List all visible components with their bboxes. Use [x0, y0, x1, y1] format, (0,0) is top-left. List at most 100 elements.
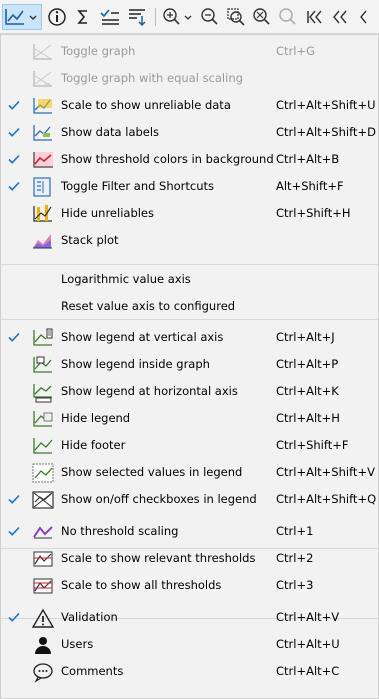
selected-values-icon: [31, 462, 55, 484]
checkmark-icon: [7, 610, 21, 624]
menu-item-label: Show legend inside graph: [61, 357, 210, 371]
menu-item-hide-footer[interactable]: Hide footer Ctrl+Shift+F: [1, 433, 378, 459]
step-back-icon: [330, 7, 350, 27]
menu-item-label: Reset value axis to configured: [61, 299, 236, 313]
data-labels-icon: [31, 122, 55, 144]
menu-item-label: Comments: [61, 664, 124, 678]
menu-item-label: Hide unreliables: [61, 206, 154, 220]
graph-dropdown-icon: [4, 7, 40, 27]
menu-item-shortcut: Ctrl+Alt+K: [276, 384, 339, 398]
menu-item-hide-legend[interactable]: Hide legend Ctrl+Alt+H: [1, 406, 378, 432]
menu-item-shortcut: Ctrl+Alt+Shift+Q: [276, 492, 377, 506]
menu-item-show-legend-inside-graph[interactable]: Show legend inside graph Ctrl+Alt+P: [1, 352, 378, 378]
graph-dropdown-button[interactable]: [2, 4, 42, 30]
menu-item-label: Hide footer: [61, 438, 126, 452]
menu-item-label: Show data labels: [61, 125, 160, 139]
menu-item-validation[interactable]: Validation Ctrl+Alt+V: [1, 605, 378, 631]
menu-item-show-selected-values-in-legend[interactable]: Show selected values in legend Ctrl+Alt+S…: [1, 460, 378, 486]
menu-item-stack-plot[interactable]: Stack plot: [1, 228, 378, 254]
sort-icon: [127, 7, 147, 27]
toolbar-separator: [155, 8, 156, 26]
back-partial-button[interactable]: [354, 4, 378, 30]
menu-item-show-on-off-checkboxes-in-legend[interactable]: Show on/off checkboxes in legend Ctrl+Alt…: [1, 487, 378, 513]
all-thresholds-icon: [31, 575, 55, 597]
menu-item-label: Logarithmic value axis: [61, 272, 191, 286]
zoom-disabled-button[interactable]: [276, 4, 300, 30]
menu-item-scale-to-show-all-thresholds[interactable]: Scale to show all thresholds Ctrl+3: [1, 573, 378, 599]
menu-item-shortcut: Ctrl+Alt+J: [276, 330, 335, 344]
info-icon: [47, 7, 67, 27]
checkmark-icon: [7, 492, 21, 506]
menu-item-label: Users: [61, 637, 94, 651]
menu-item-toggle-filter-and-shortcuts[interactable]: Toggle Filter and Shortcuts Alt+Shift+F: [1, 174, 378, 200]
zoom-area-button[interactable]: [224, 4, 248, 30]
menu-item-shortcut: Ctrl+3: [276, 578, 314, 592]
graph-icon: [31, 41, 55, 63]
menu-item-shortcut: Ctrl+Shift+H: [276, 206, 351, 220]
menu-item-show-data-labels[interactable]: Show data labels Ctrl+Alt+Shift+D: [1, 120, 378, 146]
checkmark-icon: [7, 98, 21, 112]
skip-first-button[interactable]: [302, 4, 326, 30]
unreliable-scale-icon: [31, 95, 55, 117]
checkmark-icon: [7, 330, 21, 344]
step-back-button[interactable]: [328, 4, 352, 30]
menu-item-shortcut: Ctrl+Alt+Shift+D: [276, 125, 376, 139]
checkmark-icon: [7, 152, 21, 166]
checkmark-icon: [7, 524, 21, 538]
menu-item-show-legend-at-horizontal-axis[interactable]: Show legend at horizontal axis Ctrl+Alt+K: [1, 379, 378, 405]
menu-item-no-threshold-scaling[interactable]: No threshold scaling Ctrl+1: [1, 519, 378, 545]
menu-item-logarithmic-value-axis[interactable]: Logarithmic value axis: [1, 267, 378, 293]
filter-panel-icon: [31, 176, 55, 198]
stack-plot-icon: [31, 230, 55, 252]
menu-item-label: No threshold scaling: [61, 524, 179, 538]
menu-item-label: Hide legend: [61, 411, 131, 425]
menu-item-label: Stack plot: [61, 233, 119, 247]
filter-check-button[interactable]: [97, 4, 123, 30]
menu-item-shortcut: Ctrl+Alt+Shift+V: [276, 465, 375, 479]
sigma-button[interactable]: [71, 4, 95, 30]
user-icon: [31, 634, 55, 656]
checkmark-icon: [7, 179, 21, 193]
legend-checkboxes-icon: [31, 489, 55, 511]
menu-item-shortcut: Ctrl+2: [276, 551, 314, 565]
menu-item-shortcut: Ctrl+Alt+V: [276, 610, 340, 624]
checkmark-icon: [7, 125, 21, 139]
menu-item-label: Show legend at vertical axis: [61, 330, 224, 344]
zoom-out-button[interactable]: [198, 4, 222, 30]
menu-item-shortcut: Ctrl+Alt+U: [276, 637, 340, 651]
zoom-area-icon: [226, 7, 246, 27]
menu-item-label: Scale to show all thresholds: [61, 578, 222, 592]
relevant-thresholds-icon: [31, 548, 55, 570]
zoom-reset-icon: [252, 7, 272, 27]
menu-item-toggle-graph-with-equal-scaling: Toggle graph with equal scaling: [1, 66, 378, 92]
menu-item-label: Toggle graph with equal scaling: [61, 71, 243, 85]
menu-item-hide-unreliables[interactable]: Hide unreliables Ctrl+Shift+H: [1, 201, 378, 227]
zoom-reset-button[interactable]: [250, 4, 274, 30]
skip-first-icon: [304, 7, 324, 27]
menu-item-scale-to-show-unreliable-data[interactable]: Scale to show unreliable data Ctrl+Alt+Sh…: [1, 93, 378, 119]
menu-item-shortcut: Ctrl+Alt+B: [276, 152, 340, 166]
menu-item-users[interactable]: Users Ctrl+Alt+U: [1, 632, 378, 658]
hide-unreliables-icon: [31, 203, 55, 225]
warning-triangle-icon: [31, 607, 55, 629]
threshold-colors-icon: [31, 149, 55, 171]
info-button[interactable]: [45, 4, 69, 30]
menu-item-scale-to-show-relevant-thresholds[interactable]: Scale to show relevant thresholds Ctrl+2: [1, 546, 378, 572]
legend-inside-icon: [31, 354, 55, 376]
menu-item-comments[interactable]: Comments Ctrl+Alt+C: [1, 659, 378, 685]
menu-item-show-legend-at-vertical-axis[interactable]: Show legend at vertical axis Ctrl+Alt+J: [1, 325, 378, 351]
sigma-icon: [73, 7, 93, 27]
back-partial-icon: [356, 7, 376, 27]
menu-item-reset-value-axis-to-configured[interactable]: Reset value axis to configured: [1, 294, 378, 320]
zoom-out-icon: [200, 7, 220, 27]
menu-item-label: Toggle Filter and Shortcuts: [61, 179, 215, 193]
hide-footer-icon: [31, 435, 55, 457]
toolbar: [0, 0, 379, 34]
menu-item-show-threshold-colors-in-background[interactable]: Show threshold colors in background Ctrl+…: [1, 147, 378, 173]
legend-horizontal-icon: [31, 381, 55, 403]
zoom-in-dropdown-button[interactable]: [160, 4, 196, 30]
comment-icon: [31, 661, 55, 683]
sort-button[interactable]: [125, 4, 149, 30]
no-threshold-scaling-icon: [31, 521, 55, 543]
menu-item-label: Scale to show relevant thresholds: [61, 551, 256, 565]
